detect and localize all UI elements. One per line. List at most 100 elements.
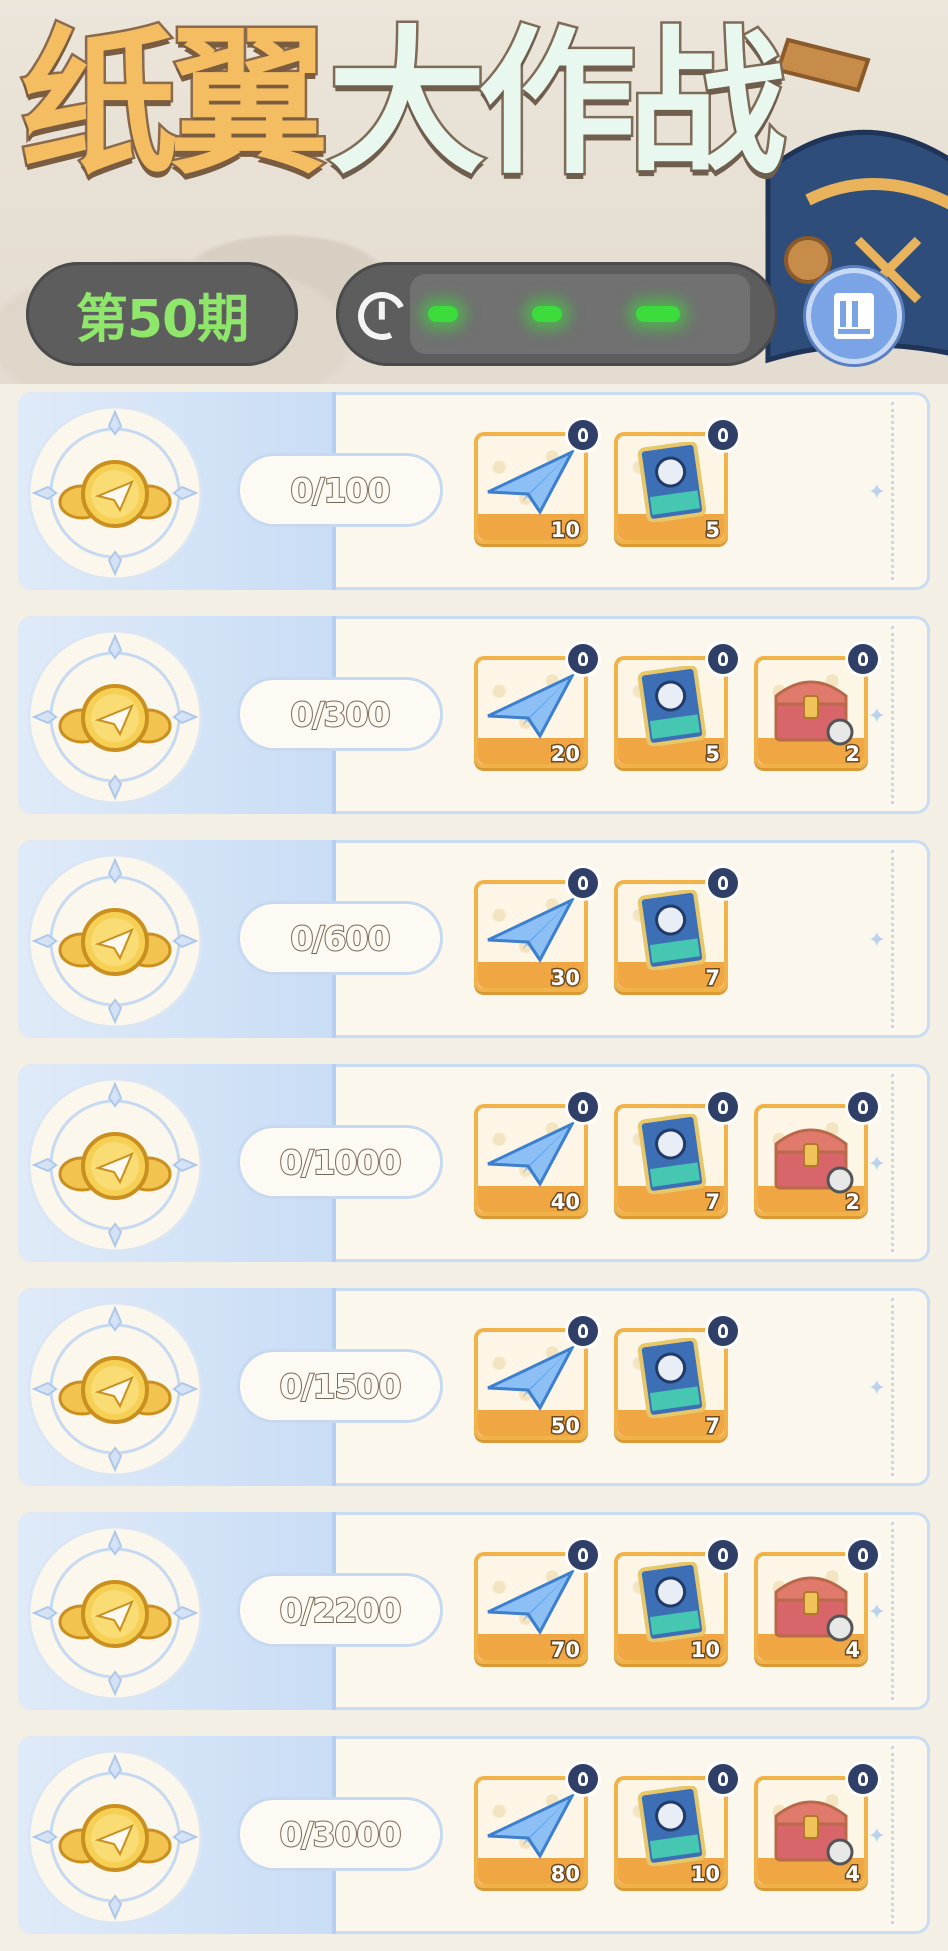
paper-plane-icon — [484, 1114, 578, 1194]
ticket-card-icon — [624, 1112, 718, 1195]
card-edge-decoration — [891, 1746, 922, 1924]
reward-tier-row: ✦ 0/1000 40 7 2 — [18, 1064, 930, 1264]
info-icon[interactable] — [848, 1764, 878, 1794]
tier-progress: 0/1500 — [240, 1352, 440, 1420]
timer-value-obscured — [410, 274, 750, 354]
reward-tier-row: ✦ 0/100 10 5 — [18, 392, 930, 592]
event-title: 纸翼 大作战 — [18, 4, 789, 204]
ticket-card-icon — [624, 1560, 718, 1643]
sparkle-icon: ✦ — [867, 1152, 886, 1177]
info-icon[interactable] — [568, 420, 598, 450]
reward-item-treasure-chest[interactable]: 4 — [754, 1764, 878, 1888]
reward-item-paper-plane[interactable]: 10 — [474, 420, 598, 544]
reward-quantity: 2 — [844, 1189, 862, 1216]
info-icon[interactable] — [848, 644, 878, 674]
reward-item-ticket-card[interactable]: 10 — [614, 1540, 738, 1664]
reward-quantity: 7 — [704, 1189, 722, 1216]
sparkle-icon: ✦ — [867, 1600, 886, 1625]
reward-item-treasure-chest[interactable]: 2 — [754, 1092, 878, 1216]
tier-progress: 0/1000 — [240, 1128, 440, 1196]
sparkle-icon: ✦ — [867, 1824, 886, 1849]
paper-plane-icon — [484, 890, 578, 970]
sparkle-icon: ✦ — [867, 1376, 886, 1401]
reward-quantity: 10 — [549, 517, 581, 544]
wing-coin-medal-icon — [24, 1074, 206, 1256]
info-icon[interactable] — [708, 420, 738, 450]
ticket-card-icon — [624, 1784, 718, 1867]
info-icon[interactable] — [568, 1540, 598, 1570]
tier-progress: 0/2200 — [240, 1576, 440, 1644]
card-edge-decoration — [891, 850, 922, 1028]
reward-item-paper-plane[interactable]: 20 — [474, 644, 598, 768]
paper-plane-icon — [484, 1562, 578, 1642]
reward-quantity: 20 — [549, 741, 581, 768]
wing-coin-medal-icon — [24, 402, 206, 584]
card-edge-decoration — [891, 402, 922, 580]
reward-tier-row: ✦ 0/600 30 7 — [18, 840, 930, 1040]
period-badge: 第50期 — [26, 262, 298, 366]
reward-quantity: 4 — [844, 1637, 862, 1664]
info-icon[interactable] — [708, 644, 738, 674]
tier-progress: 0/600 — [240, 904, 440, 972]
info-icon[interactable] — [708, 1764, 738, 1794]
info-icon[interactable] — [568, 1764, 598, 1794]
reward-item-treasure-chest[interactable]: 4 — [754, 1540, 878, 1664]
info-icon[interactable] — [568, 868, 598, 898]
paper-plane-icon — [484, 442, 578, 522]
treasure-chest-icon — [764, 1786, 858, 1866]
reward-item-paper-plane[interactable]: 40 — [474, 1092, 598, 1216]
reward-quantity: 7 — [704, 1413, 722, 1440]
paper-plane-icon — [484, 1338, 578, 1418]
info-icon[interactable] — [708, 1316, 738, 1346]
reward-item-paper-plane[interactable]: 70 — [474, 1540, 598, 1664]
reward-item-ticket-card[interactable]: 5 — [614, 644, 738, 768]
info-icon[interactable] — [708, 1540, 738, 1570]
reward-item-treasure-chest[interactable]: 2 — [754, 644, 878, 768]
tier-progress: 0/100 — [240, 456, 440, 524]
reward-quantity: 30 — [549, 965, 581, 992]
info-icon[interactable] — [848, 1540, 878, 1570]
reward-quantity: 4 — [844, 1861, 862, 1888]
reward-tier-row: ✦ 0/3000 80 10 4 — [18, 1736, 930, 1936]
reward-quantity: 5 — [704, 517, 722, 544]
countdown-timer — [336, 262, 778, 366]
reward-tier-list: ✦ 0/100 10 5 ✦ 0/300 20 5 2 ✦ 0/600 30 7… — [0, 384, 948, 1951]
info-icon[interactable] — [568, 644, 598, 674]
wing-coin-medal-icon — [24, 850, 206, 1032]
ticket-card-icon — [624, 1336, 718, 1419]
info-icon[interactable] — [568, 1092, 598, 1122]
ticket-card-icon — [624, 664, 718, 747]
reward-quantity: 50 — [549, 1413, 581, 1440]
reward-item-ticket-card[interactable]: 7 — [614, 1092, 738, 1216]
tier-progress: 0/300 — [240, 680, 440, 748]
card-edge-decoration — [891, 1298, 922, 1476]
event-title-part1: 纸翼 — [18, 12, 331, 196]
reward-item-ticket-card[interactable]: 10 — [614, 1764, 738, 1888]
ticket-card-icon — [624, 888, 718, 971]
reward-item-ticket-card[interactable]: 7 — [614, 868, 738, 992]
event-header: 纸翼 大作战 第50期 — [0, 0, 948, 384]
reward-tier-row: ✦ 0/300 20 5 2 — [18, 616, 930, 816]
reward-item-ticket-card[interactable]: 5 — [614, 420, 738, 544]
reward-item-ticket-card[interactable]: 7 — [614, 1316, 738, 1440]
info-icon[interactable] — [708, 868, 738, 898]
info-icon[interactable] — [568, 1316, 598, 1346]
reward-quantity: 40 — [549, 1189, 581, 1216]
rules-book-icon — [834, 293, 874, 339]
info-icon[interactable] — [848, 1092, 878, 1122]
sparkle-icon: ✦ — [867, 704, 886, 729]
reward-item-paper-plane[interactable]: 50 — [474, 1316, 598, 1440]
paper-plane-icon — [484, 666, 578, 746]
paper-plane-icon — [484, 1786, 578, 1866]
treasure-chest-icon — [764, 1562, 858, 1642]
reward-item-paper-plane[interactable]: 80 — [474, 1764, 598, 1888]
reward-quantity: 70 — [549, 1637, 581, 1664]
event-title-part2: 大作战 — [326, 12, 789, 196]
reward-item-paper-plane[interactable]: 30 — [474, 868, 598, 992]
rules-button[interactable] — [806, 268, 902, 364]
sparkle-icon: ✦ — [867, 480, 886, 505]
reward-quantity: 10 — [689, 1637, 721, 1664]
reward-quantity: 10 — [689, 1861, 721, 1888]
info-icon[interactable] — [708, 1092, 738, 1122]
reward-quantity: 7 — [704, 965, 722, 992]
